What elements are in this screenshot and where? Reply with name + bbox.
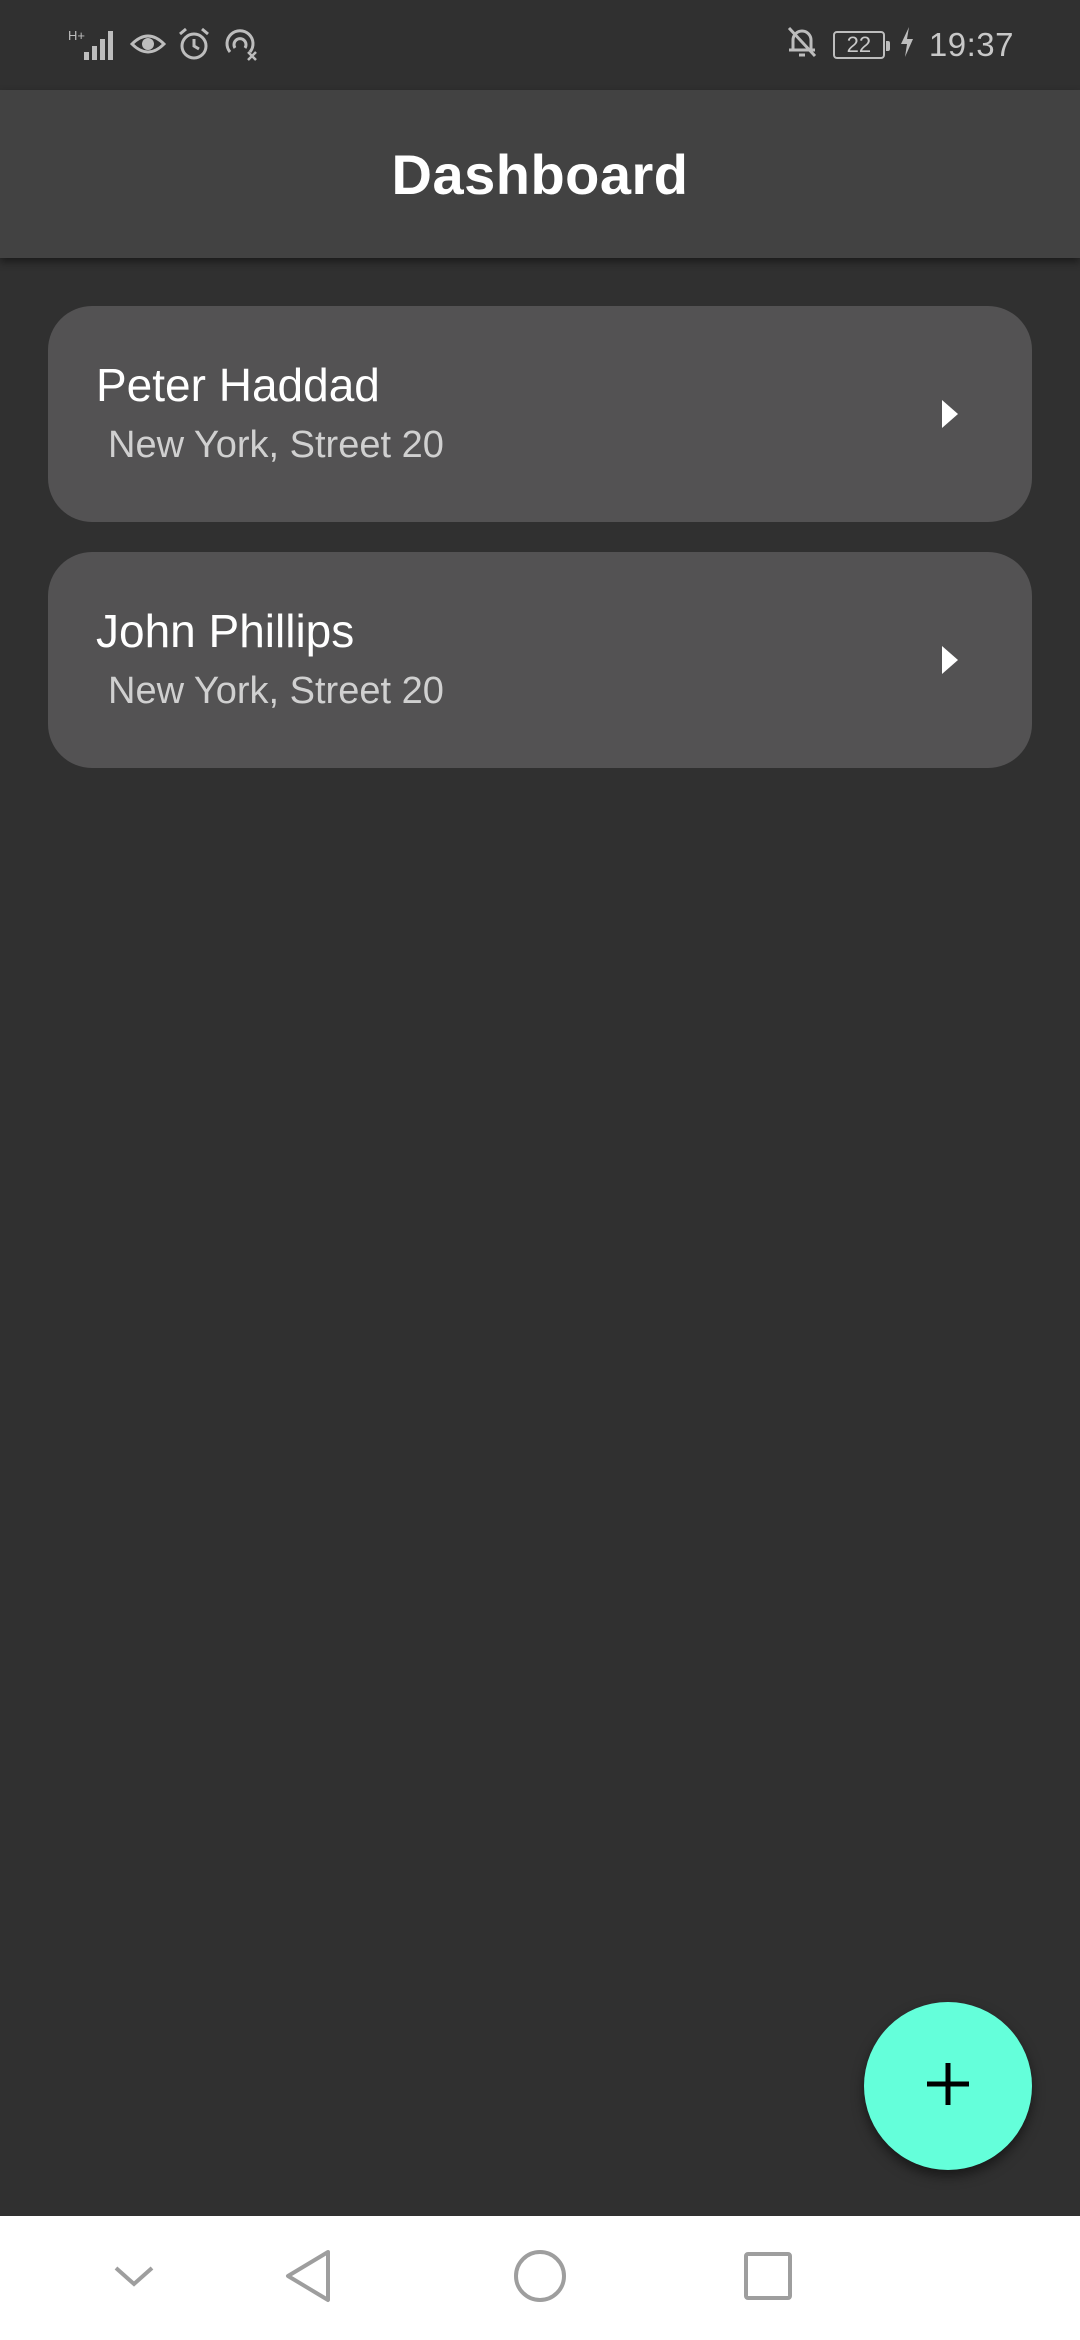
- hotspot-off-icon: [222, 26, 258, 67]
- home-icon: [512, 2248, 568, 2309]
- plus-icon: [924, 2060, 972, 2113]
- battery-icon: 22: [832, 30, 890, 59]
- contact-name: Peter Haddad: [96, 359, 380, 411]
- alarm-icon: [176, 26, 212, 67]
- system-nav-bar: [0, 2216, 1080, 2340]
- app-bar: Dashboard: [0, 90, 1080, 258]
- recents-icon: [742, 2250, 794, 2307]
- status-time: 19:37: [928, 25, 1014, 63]
- contact-list: Peter Haddad New York, Street 20 John Ph…: [48, 306, 1032, 798]
- contact-address: New York, Street 20: [108, 424, 444, 466]
- charging-icon: [899, 27, 915, 62]
- contact-card-john-phillips[interactable]: John Phillips New York, Street 20: [48, 552, 1032, 768]
- svg-text:H+: H+: [68, 28, 85, 43]
- page-title: Dashboard: [391, 142, 689, 206]
- eye-icon: [129, 26, 167, 67]
- home-button[interactable]: [502, 2240, 578, 2316]
- add-contact-button[interactable]: [864, 2002, 1032, 2170]
- chevron-right-icon: [938, 642, 962, 678]
- collapse-down-icon: [112, 2262, 156, 2295]
- recents-button[interactable]: [730, 2240, 806, 2316]
- status-left-icons: H+: [68, 26, 258, 67]
- contact-card-peter-haddad[interactable]: Peter Haddad New York, Street 20: [48, 306, 1032, 522]
- battery-level: 22: [846, 31, 872, 57]
- back-button[interactable]: [270, 2240, 346, 2316]
- signal-icon: H+: [68, 26, 120, 67]
- contact-address: New York, Street 20: [108, 670, 444, 712]
- chevron-right-icon: [938, 396, 962, 432]
- collapse-button[interactable]: [96, 2240, 172, 2316]
- back-icon: [282, 2248, 334, 2309]
- status-right-icons: 22 19:37: [785, 24, 1014, 65]
- bell-off-icon: [785, 24, 819, 65]
- contact-name: John Phillips: [96, 605, 355, 657]
- status-bar: H+ 22 19:37: [0, 0, 1080, 90]
- screen: H+ 22 19:37 Dashboard Peter Haddad New Y…: [0, 0, 1080, 2340]
